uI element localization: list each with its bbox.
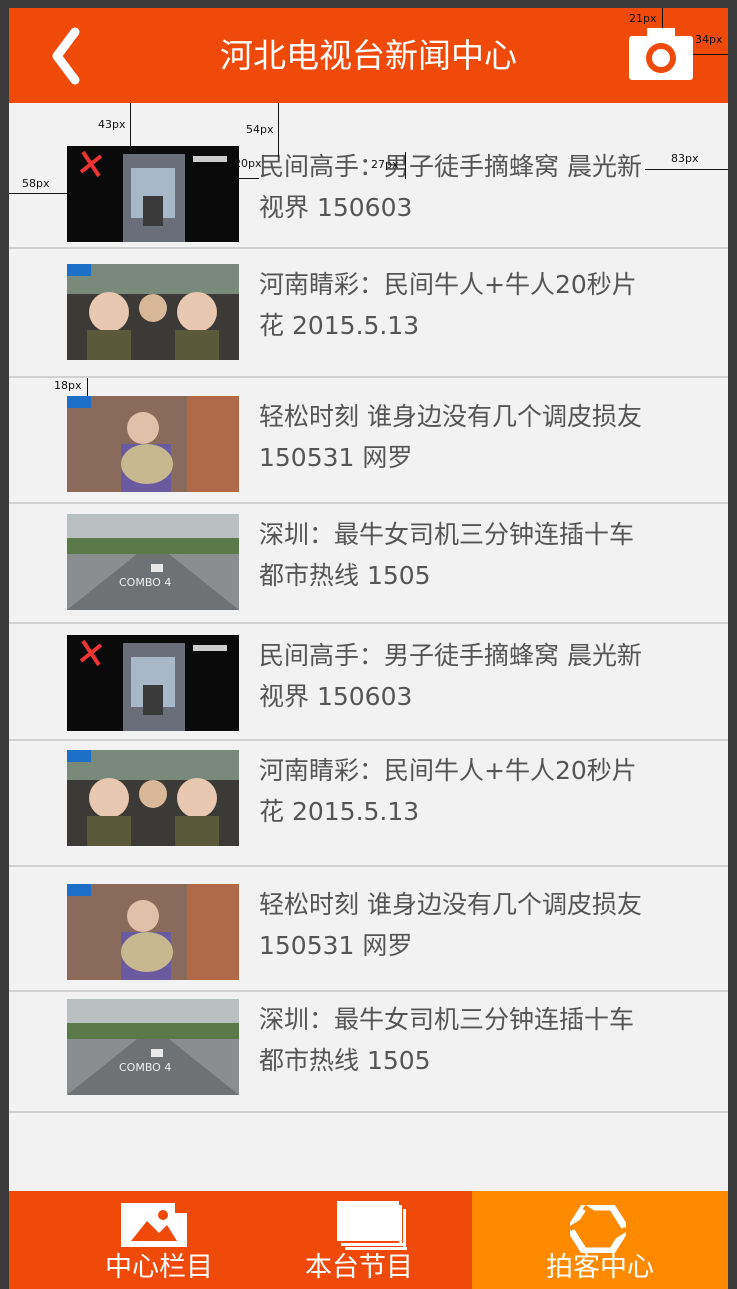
annotation-line — [405, 152, 406, 179]
image-icon — [121, 1203, 187, 1247]
news-title: 民间高手：男子徒手摘蜂窝 晨光新视界 150603 — [259, 152, 642, 222]
list-item[interactable]: 轻松时刻 谁身边没有几个调皮损友 150531 网罗 — [9, 867, 728, 992]
tab-label: 拍客中心 — [546, 1252, 654, 1283]
thumb-caption: COMBO 4 — [119, 576, 171, 589]
annotation-label: 20px — [234, 157, 262, 170]
video-thumbnail[interactable] — [67, 146, 239, 242]
list-item[interactable]: 民间高手：男子徒手摘蜂窝 晨光新视界 150603 — [9, 624, 728, 741]
stack-icon — [337, 1201, 407, 1250]
annotation-label: 58px — [22, 177, 50, 190]
back-button[interactable] — [47, 26, 91, 86]
news-title: 轻松时刻 谁身边没有几个调皮损友 150531 网罗 — [259, 402, 642, 472]
annotation-line — [239, 178, 259, 179]
annotation-label: 54px — [246, 123, 274, 136]
bottom-tab-bar: 中心栏目 本台节目 拍客中心 — [9, 1191, 728, 1289]
annotation-line — [693, 54, 728, 55]
news-title: 深圳：最牛女司机三分钟连插十车 都市热线 1505 — [259, 1005, 635, 1075]
news-title: 民间高手：男子徒手摘蜂窝 晨光新视界 150603 — [259, 641, 642, 711]
annotation-label: 21px — [629, 12, 657, 25]
list-item[interactable]: COMBO 4 深圳：最牛女司机三分钟连插十车 都市热线 1505 — [9, 504, 728, 624]
annotation-line — [9, 193, 67, 194]
divider — [9, 1111, 728, 1113]
tab-capture-center[interactable]: 拍客中心 — [472, 1191, 728, 1289]
app-screen: 河北电视台新闻中心 民间高手：男子徒手摘蜂窝 晨光新视界 150603 河南睛彩… — [9, 8, 728, 1289]
annotation-line — [130, 103, 131, 146]
thumb-caption: COMBO 4 — [119, 1061, 171, 1074]
video-thumbnail[interactable] — [67, 635, 239, 731]
video-thumbnail[interactable] — [67, 264, 239, 360]
page-title: 河北电视台新闻中心 — [220, 36, 517, 75]
news-title: 河南睛彩：民间牛人+牛人20秒片花 2015.5.13 — [259, 756, 637, 826]
video-thumbnail[interactable] — [67, 750, 239, 846]
annotation-label: 34px — [695, 33, 723, 46]
chevron-left-icon — [52, 27, 80, 85]
annotation-line — [87, 378, 88, 396]
aperture-icon — [570, 1205, 626, 1253]
list-item[interactable]: 河南睛彩：民间牛人+牛人20秒片花 2015.5.13 — [9, 249, 728, 378]
list-item[interactable]: 河南睛彩：民间牛人+牛人20秒片花 2015.5.13 — [9, 741, 728, 867]
video-thumbnail[interactable]: COMBO 4 — [67, 999, 239, 1095]
camera-button[interactable] — [629, 28, 693, 80]
camera-icon — [629, 28, 693, 80]
annotation-label: 18px — [54, 379, 82, 392]
video-thumbnail[interactable] — [67, 396, 239, 492]
news-title: 轻松时刻 谁身边没有几个调皮损友 150531 网罗 — [259, 890, 642, 960]
news-title: 深圳：最牛女司机三分钟连插十车 都市热线 1505 — [259, 520, 635, 590]
tab-label: 本台节目 — [305, 1252, 413, 1283]
annotation-label: 43px — [98, 118, 126, 131]
list-item[interactable]: COMBO 4 深圳：最牛女司机三分钟连插十车 都市热线 1505 — [9, 992, 728, 1113]
annotation-label: 27px — [371, 158, 399, 171]
video-thumbnail[interactable]: COMBO 4 — [67, 514, 239, 610]
annotation-label: 83px — [671, 152, 699, 165]
annotation-line — [645, 169, 728, 170]
tab-station-program[interactable]: 本台节目 — [239, 1191, 479, 1289]
annotation-line — [278, 103, 279, 157]
annotation-line — [662, 8, 663, 28]
video-thumbnail[interactable] — [67, 884, 239, 980]
list-item[interactable]: 轻松时刻 谁身边没有几个调皮损友 150531 网罗 — [9, 378, 728, 504]
header-bar: 河北电视台新闻中心 — [9, 8, 728, 103]
news-title: 河南睛彩：民间牛人+牛人20秒片花 2015.5.13 — [259, 270, 637, 340]
